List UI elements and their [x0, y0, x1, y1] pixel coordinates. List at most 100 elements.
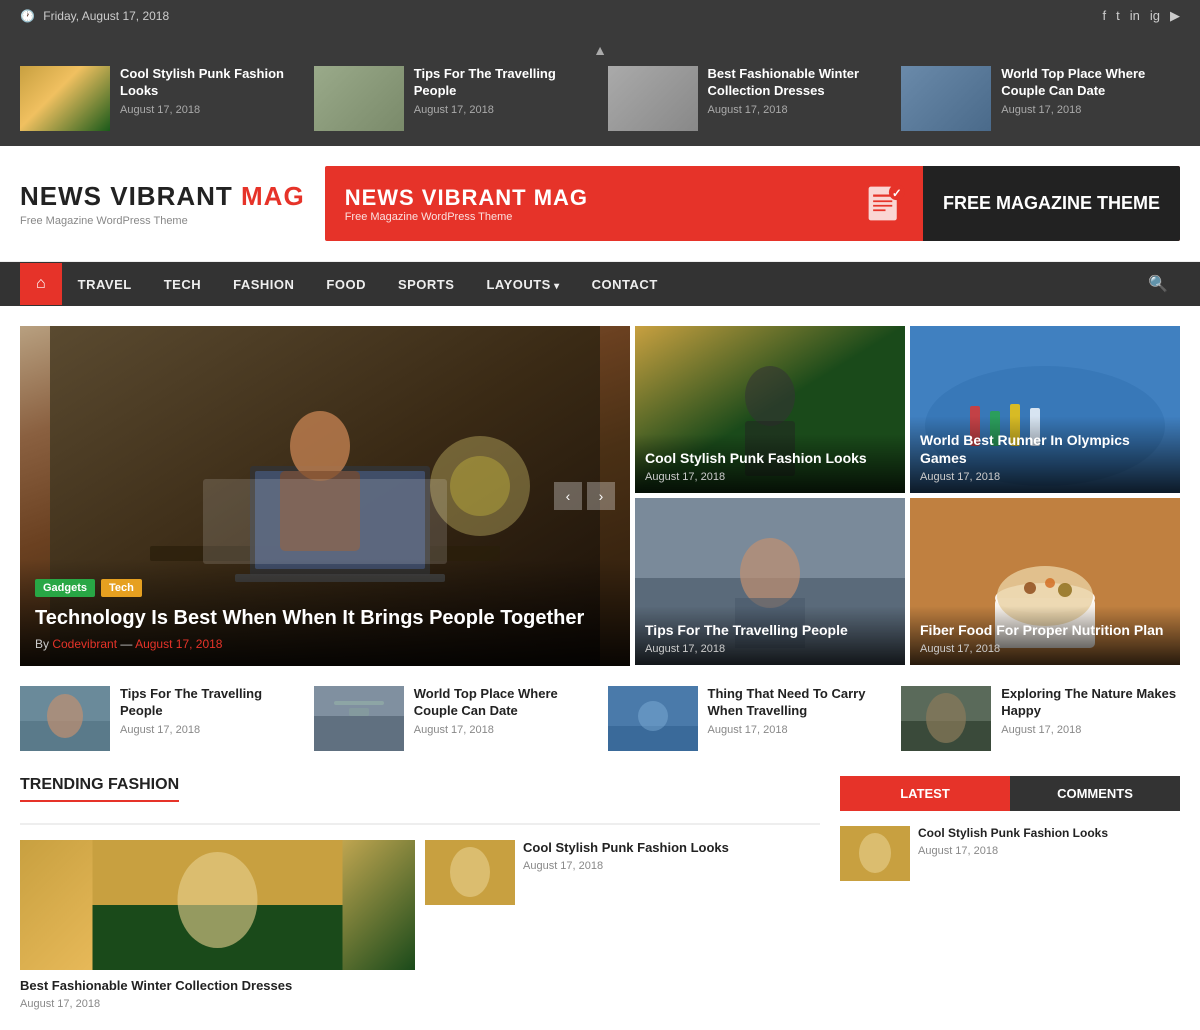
logo-black: NEWS VIBRANT: [20, 181, 233, 211]
featured-author[interactable]: Codevibrant: [52, 637, 117, 651]
ticker-section: ▲ Cool Stylish Punk Fashion Looks August…: [0, 32, 1200, 146]
ticker-item: Tips For The Travelling People August 17…: [314, 66, 593, 131]
ticker-up-arrow[interactable]: ▲: [593, 42, 607, 58]
sidebar-latest-date: August 17, 2018: [918, 845, 1108, 857]
trending-title: TRENDING FASHION: [20, 776, 179, 802]
tag-gadgets[interactable]: Gadgets: [35, 579, 95, 597]
small-card-date-2: August 17, 2018: [414, 724, 593, 736]
trending-small-title[interactable]: Cool Stylish Punk Fashion Looks: [523, 840, 820, 857]
ticker-date-3: August 17, 2018: [708, 104, 887, 116]
small-card-info-3: Thing That Need To Carry When Travelling…: [708, 686, 887, 736]
logo-sub: Free Magazine WordPress Theme: [20, 215, 305, 227]
ticker-info-4: World Top Place Where Couple Can Date Au…: [1001, 66, 1180, 116]
banner-icon: ✓: [848, 181, 923, 226]
sidebar-right: LATEST COMMENTS Cool Stylish Punk Fashio…: [840, 776, 1180, 1010]
featured-grid: Gadgets Tech Technology Is Best When Whe…: [20, 326, 1180, 666]
small-card-3: Thing That Need To Carry When Travelling…: [608, 686, 887, 751]
side-article-runner-overlay: World Best Runner In Olympics Games Augu…: [910, 416, 1180, 493]
linkedin-icon[interactable]: in: [1130, 8, 1140, 24]
side-article-food-date: August 17, 2018: [920, 643, 1170, 655]
site-header: NEWS VIBRANT MAG Free Magazine WordPress…: [0, 146, 1200, 262]
small-card-thumb-1: [20, 686, 110, 751]
side-article-fashion-date: August 17, 2018: [645, 471, 895, 483]
sidebar-latest-info: Cool Stylish Punk Fashion Looks August 1…: [918, 826, 1108, 881]
sidebar-latest-title[interactable]: Cool Stylish Punk Fashion Looks: [918, 826, 1108, 842]
nav-fashion[interactable]: FASHION: [217, 265, 310, 304]
twitter-icon[interactable]: t: [1116, 8, 1120, 24]
site-logo[interactable]: NEWS VIBRANT MAG Free Magazine WordPress…: [20, 181, 305, 227]
banner-left: NEWS VIBRANT MAG Free Magazine WordPress…: [325, 175, 848, 233]
instagram-icon[interactable]: ig: [1150, 8, 1160, 24]
ticker-date-4: August 17, 2018: [1001, 104, 1180, 116]
trending-small-date: August 17, 2018: [523, 860, 820, 872]
tab-latest[interactable]: LATEST: [840, 776, 1010, 811]
side-article-runner[interactable]: World Best Runner In Olympics Games Augu…: [910, 326, 1180, 493]
magazine-icon: ✓: [863, 181, 908, 226]
ticker-title-4[interactable]: World Top Place Where Couple Can Date: [1001, 66, 1180, 100]
carousel-next[interactable]: ›: [587, 482, 615, 510]
svg-text:✓: ✓: [892, 188, 901, 200]
ticker-date-2: August 17, 2018: [414, 104, 593, 116]
trending-small-img: [425, 840, 515, 905]
ticker-thumb-1: [20, 66, 110, 131]
ticker-date-1: August 17, 2018: [120, 104, 299, 116]
small-card-title-1[interactable]: Tips For The Travelling People: [120, 686, 299, 720]
nav-home-button[interactable]: ⌂: [20, 263, 62, 305]
small-card-title-2[interactable]: World Top Place Where Couple Can Date: [414, 686, 593, 720]
side-articles-left: Cool Stylish Punk Fashion Looks August 1…: [635, 326, 905, 666]
ticker-thumb-3: [608, 66, 698, 131]
small-card-title-3[interactable]: Thing That Need To Carry When Travelling: [708, 686, 887, 720]
trending-large-title[interactable]: Best Fashionable Winter Collection Dress…: [20, 978, 415, 995]
trending-item-small[interactable]: Cool Stylish Punk Fashion Looks August 1…: [425, 840, 820, 1010]
featured-main-title[interactable]: Technology Is Best When When It Brings P…: [35, 605, 615, 631]
side-article-runner-title: World Best Runner In Olympics Games: [920, 431, 1170, 467]
ticker-thumb-4: [901, 66, 991, 131]
nav-sports[interactable]: SPORTS: [382, 265, 470, 304]
carousel-arrows: ‹ ›: [554, 482, 615, 510]
banner-title: NEWS VIBRANT MAG: [345, 185, 828, 211]
social-icons: f t in ig ▶: [1103, 8, 1181, 24]
date-display: 🕐 Friday, August 17, 2018: [20, 9, 169, 23]
logo-text: NEWS VIBRANT MAG: [20, 181, 305, 212]
small-card-info-2: World Top Place Where Couple Can Date Au…: [414, 686, 593, 736]
side-article-food[interactable]: Fiber Food For Proper Nutrition Plan Aug…: [910, 498, 1180, 665]
trending-item-large[interactable]: Best Fashionable Winter Collection Dress…: [20, 840, 415, 1010]
small-card-2: World Top Place Where Couple Can Date Au…: [314, 686, 593, 751]
nav-layouts[interactable]: LAYOUTS: [470, 265, 575, 304]
tag-tech[interactable]: Tech: [101, 579, 142, 597]
facebook-icon[interactable]: f: [1103, 8, 1107, 24]
side-articles-right: World Best Runner In Olympics Games Augu…: [910, 326, 1180, 666]
small-card-date-4: August 17, 2018: [1001, 724, 1180, 736]
side-article-travel-overlay: Tips For The Travelling People August 17…: [635, 606, 905, 665]
nav-travel[interactable]: TRAVEL: [62, 265, 148, 304]
nav-tech[interactable]: TECH: [148, 265, 217, 304]
ticker-thumb-2: [314, 66, 404, 131]
side-article-food-title: Fiber Food For Proper Nutrition Plan: [920, 621, 1170, 639]
trending-small-info: Cool Stylish Punk Fashion Looks August 1…: [523, 840, 820, 1010]
trending-large-img: [20, 840, 415, 970]
side-article-fashion[interactable]: Cool Stylish Punk Fashion Looks August 1…: [635, 326, 905, 493]
ticker-title-2[interactable]: Tips For The Travelling People: [414, 66, 593, 100]
banner-sub: Free Magazine WordPress Theme: [345, 211, 828, 223]
side-article-travel[interactable]: Tips For The Travelling People August 17…: [635, 498, 905, 665]
sidebar-latest-thumb: [840, 826, 910, 881]
small-card-title-4[interactable]: Exploring The Nature Makes Happy: [1001, 686, 1180, 720]
nav-search-icon[interactable]: 🔍: [1136, 262, 1180, 306]
tab-comments[interactable]: COMMENTS: [1010, 776, 1180, 811]
featured-main-overlay: Gadgets Tech Technology Is Best When Whe…: [20, 559, 630, 666]
side-article-fashion-overlay: Cool Stylish Punk Fashion Looks August 1…: [635, 434, 905, 493]
trending-large-date: August 17, 2018: [20, 998, 415, 1010]
carousel-prev[interactable]: ‹: [554, 482, 582, 510]
small-cards-row: Tips For The Travelling People August 17…: [20, 686, 1180, 751]
ticker-item: Cool Stylish Punk Fashion Looks August 1…: [20, 66, 299, 131]
side-article-runner-date: August 17, 2018: [920, 471, 1170, 483]
youtube-icon[interactable]: ▶: [1170, 8, 1180, 24]
ticker-title-1[interactable]: Cool Stylish Punk Fashion Looks: [120, 66, 299, 100]
ticker-title-3[interactable]: Best Fashionable Winter Collection Dress…: [708, 66, 887, 100]
date-text: Friday, August 17, 2018: [43, 9, 169, 23]
featured-main-article[interactable]: Gadgets Tech Technology Is Best When Whe…: [20, 326, 630, 666]
header-banner[interactable]: NEWS VIBRANT MAG Free Magazine WordPress…: [325, 166, 1180, 241]
ticker-item: World Top Place Where Couple Can Date Au…: [901, 66, 1180, 131]
nav-contact[interactable]: CONTACT: [576, 265, 674, 304]
nav-food[interactable]: FOOD: [310, 265, 382, 304]
